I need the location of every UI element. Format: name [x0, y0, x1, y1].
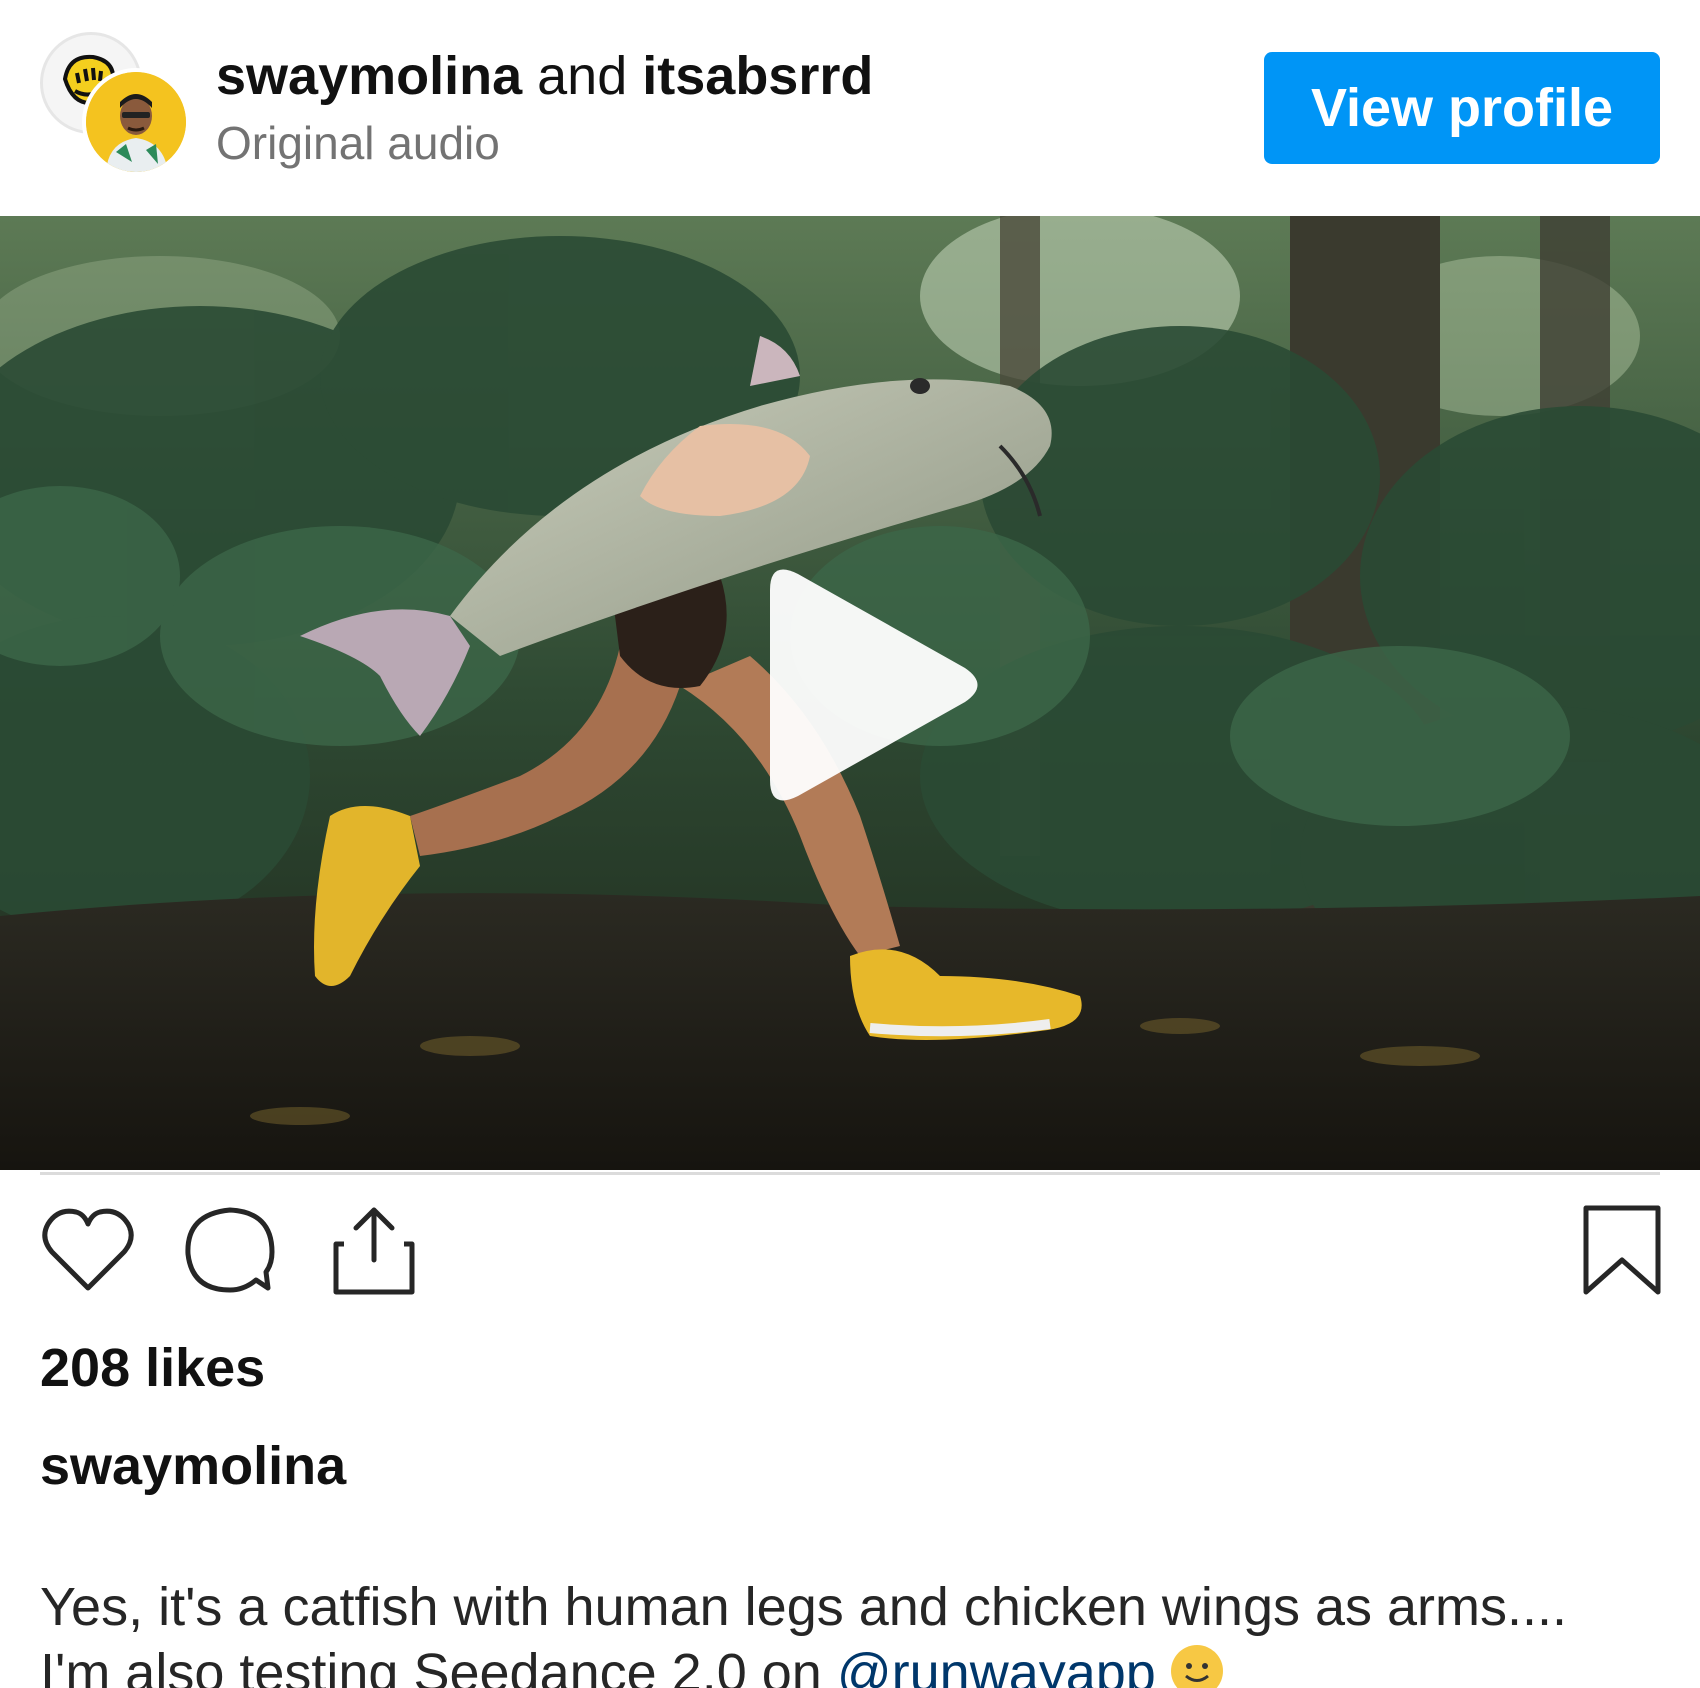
- avatar-swaymolina[interactable]: [82, 68, 190, 176]
- instagram-post-embed: swaymolina and itsabsrrd Original audio …: [0, 0, 1700, 1688]
- heart-icon[interactable]: [38, 1200, 138, 1300]
- author-link-swaymolina[interactable]: swaymolina: [216, 46, 522, 106]
- bookmark-icon[interactable]: [1572, 1200, 1672, 1300]
- caption-line-2: I'm also testing Seedance 2.0 on @runway…: [40, 1640, 1660, 1688]
- audio-label[interactable]: Original audio: [216, 114, 500, 172]
- caption-line-1: Yes, it's a catfish with human legs and …: [40, 1577, 1568, 1637]
- caption-text: I'm also testing Seedance 2.0 on: [40, 1643, 837, 1688]
- likes-count[interactable]: 208 likes: [40, 1336, 265, 1400]
- post-author-names: swaymolina and itsabsrrd: [216, 44, 873, 108]
- comment-icon[interactable]: [180, 1200, 280, 1300]
- author-link-itsabsrrd[interactable]: itsabsrrd: [642, 46, 873, 106]
- video-divider: [40, 1172, 1660, 1175]
- caption-username[interactable]: swaymolina: [40, 1434, 346, 1498]
- collab-avatars[interactable]: [40, 32, 190, 176]
- video-player[interactable]: [0, 216, 1700, 1170]
- view-profile-button[interactable]: View profile: [1264, 52, 1660, 164]
- post-header: swaymolina and itsabsrrd Original audio …: [0, 0, 1700, 216]
- mention-link[interactable]: @runwayapp: [837, 1643, 1156, 1688]
- smiling-face-emoji: [1170, 1645, 1223, 1688]
- post-caption: Yes, it's a catfish with human legs and …: [40, 1574, 1660, 1688]
- author-connector: and: [537, 46, 628, 106]
- action-bar: [0, 1200, 1700, 1310]
- play-icon[interactable]: [740, 550, 990, 820]
- share-icon[interactable]: [324, 1200, 424, 1300]
